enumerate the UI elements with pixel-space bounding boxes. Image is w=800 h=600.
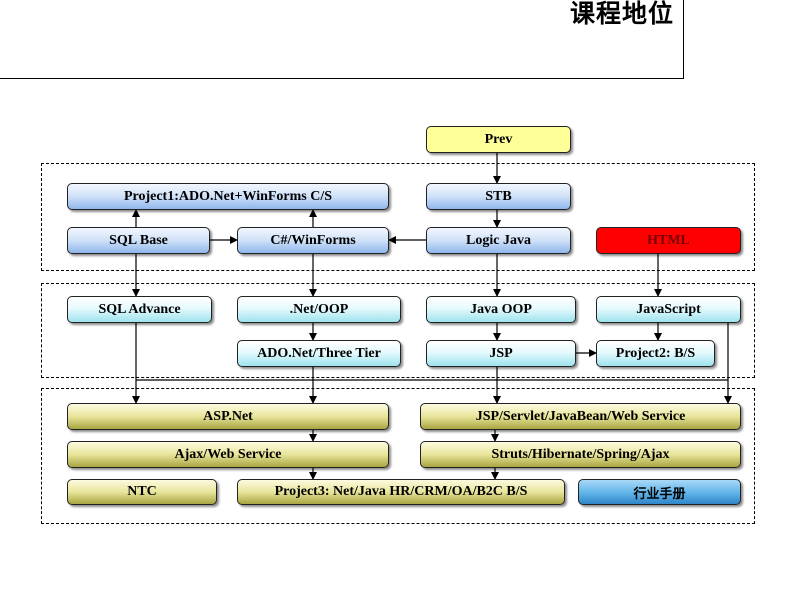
node-ntc[interactable]: NTC xyxy=(67,479,217,505)
node-project2[interactable]: Project2: B/S xyxy=(596,340,715,367)
node-net-oop[interactable]: .Net/OOP xyxy=(237,296,401,323)
node-struts[interactable]: Struts/Hibernate/Spring/Ajax xyxy=(420,441,741,468)
node-prev[interactable]: Prev xyxy=(426,126,571,153)
page-title: 课程地位 xyxy=(569,0,674,28)
node-project3[interactable]: Project3: Net/Java HR/CRM/OA/B2C B/S xyxy=(237,479,565,505)
node-csharp-winforms[interactable]: C#/WinForms xyxy=(237,227,389,254)
group-stage-1 xyxy=(41,163,755,271)
node-sql-advance[interactable]: SQL Advance xyxy=(67,296,212,323)
node-javascript[interactable]: JavaScript xyxy=(596,296,741,323)
node-industry-manual[interactable]: 行业手册 xyxy=(578,479,741,505)
node-project1[interactable]: Project1:ADO.Net+WinForms C/S xyxy=(67,183,389,210)
node-java-oop[interactable]: Java OOP xyxy=(426,296,576,323)
node-html[interactable]: HTML xyxy=(596,227,741,254)
node-ado-three-tier[interactable]: ADO.Net/Three Tier xyxy=(237,340,401,367)
node-stb[interactable]: STB xyxy=(426,183,571,210)
node-jsp-servlet[interactable]: JSP/Servlet/JavaBean/Web Service xyxy=(420,403,741,430)
node-ajax-ws[interactable]: Ajax/Web Service xyxy=(67,441,389,468)
node-jsp[interactable]: JSP xyxy=(426,340,576,367)
node-logic-java[interactable]: Logic Java xyxy=(426,227,571,254)
node-sql-base[interactable]: SQL Base xyxy=(67,227,210,254)
node-asp-net[interactable]: ASP.Net xyxy=(67,403,389,430)
